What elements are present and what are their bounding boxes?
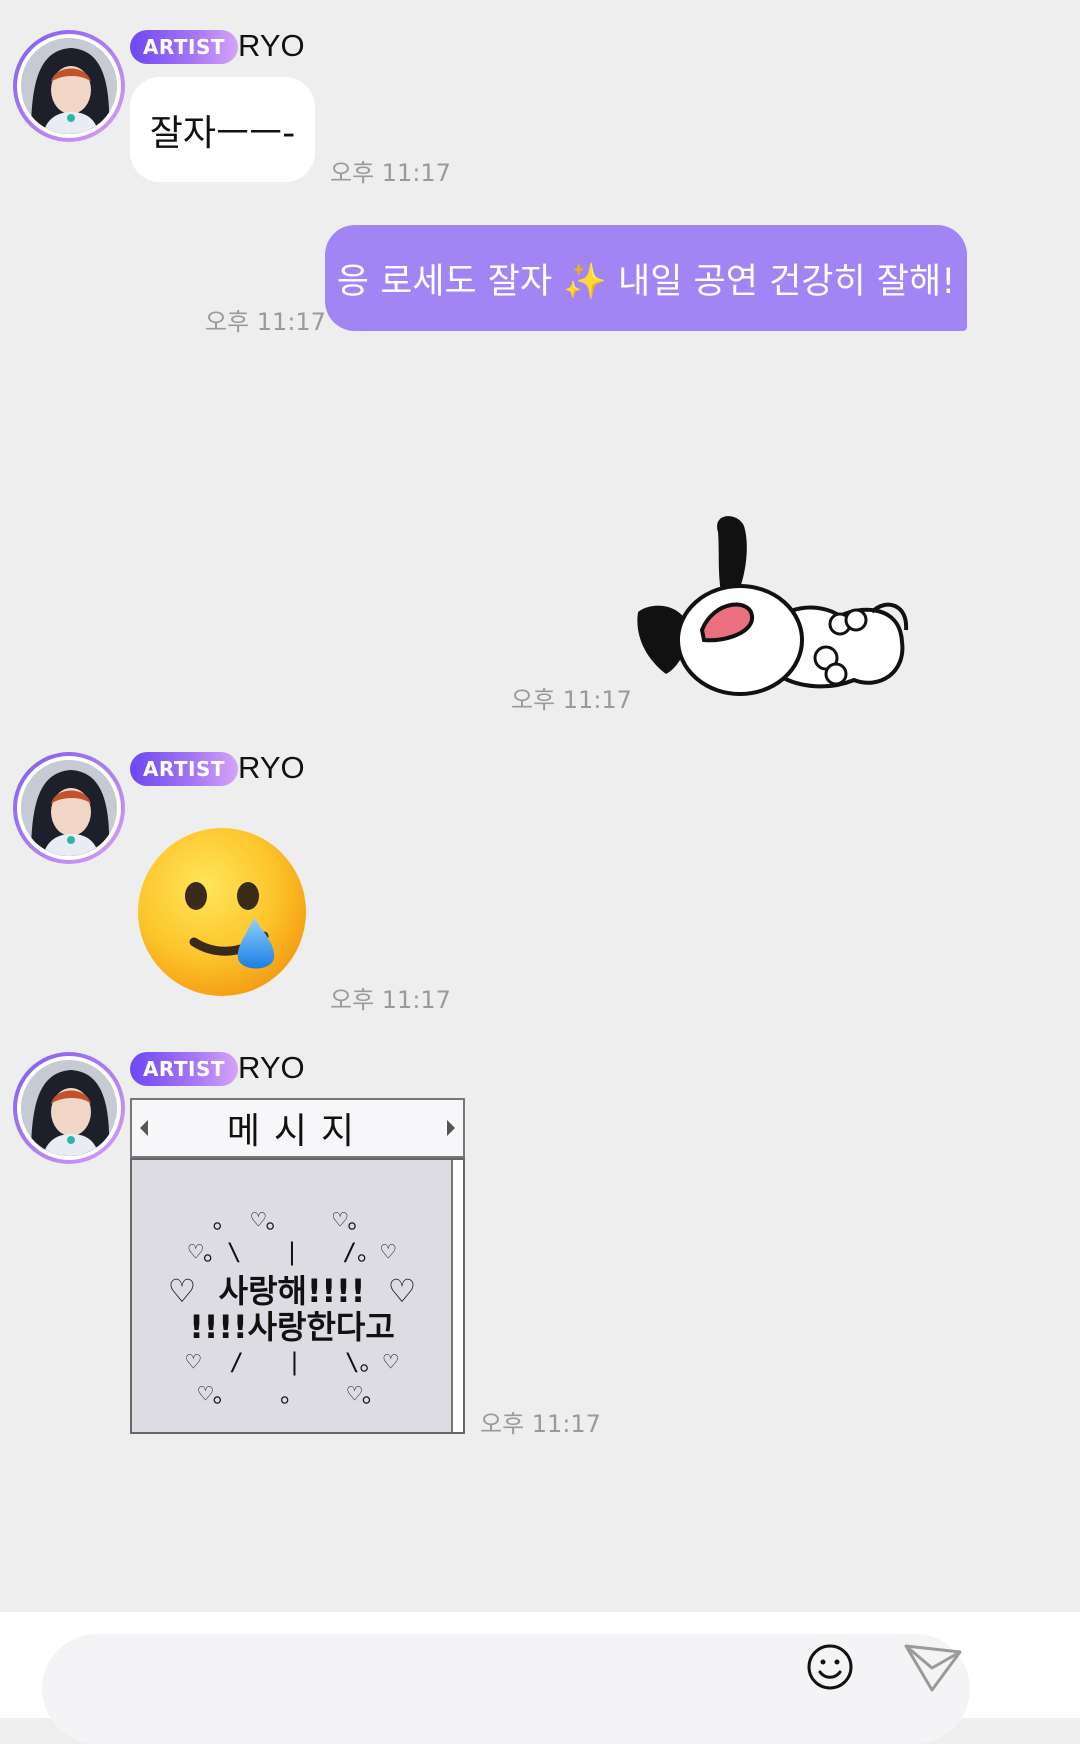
artist-badge: ARTIST (130, 30, 238, 64)
message-bubble[interactable]: 잘자ㅡㅡ- (130, 77, 315, 182)
art-line: ♡。 。 ♡。 (198, 1380, 386, 1408)
avatar[interactable] (13, 1052, 125, 1164)
outgoing-message-bubble[interactable]: 응 로세도 잘자 ✨ 내일 공연 건강히 잘해! (325, 225, 967, 331)
artist-badge: ARTIST (130, 1052, 238, 1086)
message-time: 오후 11:17 (205, 308, 326, 336)
left-arrow-icon (140, 1120, 148, 1136)
card-title: 메시지 (226, 1111, 369, 1152)
message-input-bar (0, 1612, 1080, 1744)
profile-photo (21, 760, 117, 856)
profile-photo (21, 1060, 117, 1156)
right-arrow-icon (447, 1120, 455, 1136)
sender-name[interactable]: RYO (238, 28, 305, 64)
art-line: 。 ♡。 ♡。 (212, 1206, 372, 1234)
crying-smile-emoji[interactable] (136, 826, 308, 998)
sender-name[interactable]: RYO (238, 750, 305, 786)
avatar[interactable] (13, 30, 125, 142)
message-time: 오후 11:17 (330, 986, 451, 1014)
message-time: 오후 11:17 (330, 159, 451, 187)
artist-badge: ARTIST (130, 752, 238, 786)
art-line: ♡ / | \。♡ (186, 1348, 398, 1376)
avatar[interactable] (13, 752, 125, 864)
art-line: ♡。\ | /。♡ (188, 1238, 396, 1266)
paper-plane-icon[interactable] (902, 1638, 966, 1694)
card-title-bar: 메시지 (130, 1098, 465, 1158)
card-scrollbar[interactable] (451, 1160, 463, 1432)
sleeping-dog-sticker[interactable] (630, 512, 920, 702)
card-body: 。 ♡。 ♡。 ♡。\ | /。♡ ♡ 사랑해!!!! ♡ !!!!사랑한다고 … (130, 1158, 465, 1434)
smiley-icon[interactable] (805, 1642, 855, 1692)
message-time: 오후 11:17 (480, 1410, 601, 1438)
sender-name[interactable]: RYO (238, 1050, 305, 1086)
profile-photo (21, 38, 117, 134)
message-time: 오후 11:17 (511, 686, 632, 714)
message-card[interactable]: 메시지 。 ♡。 ♡。 ♡。\ | /。♡ ♡ 사랑해!!!! ♡ !!!!사랑… (130, 1098, 465, 1434)
